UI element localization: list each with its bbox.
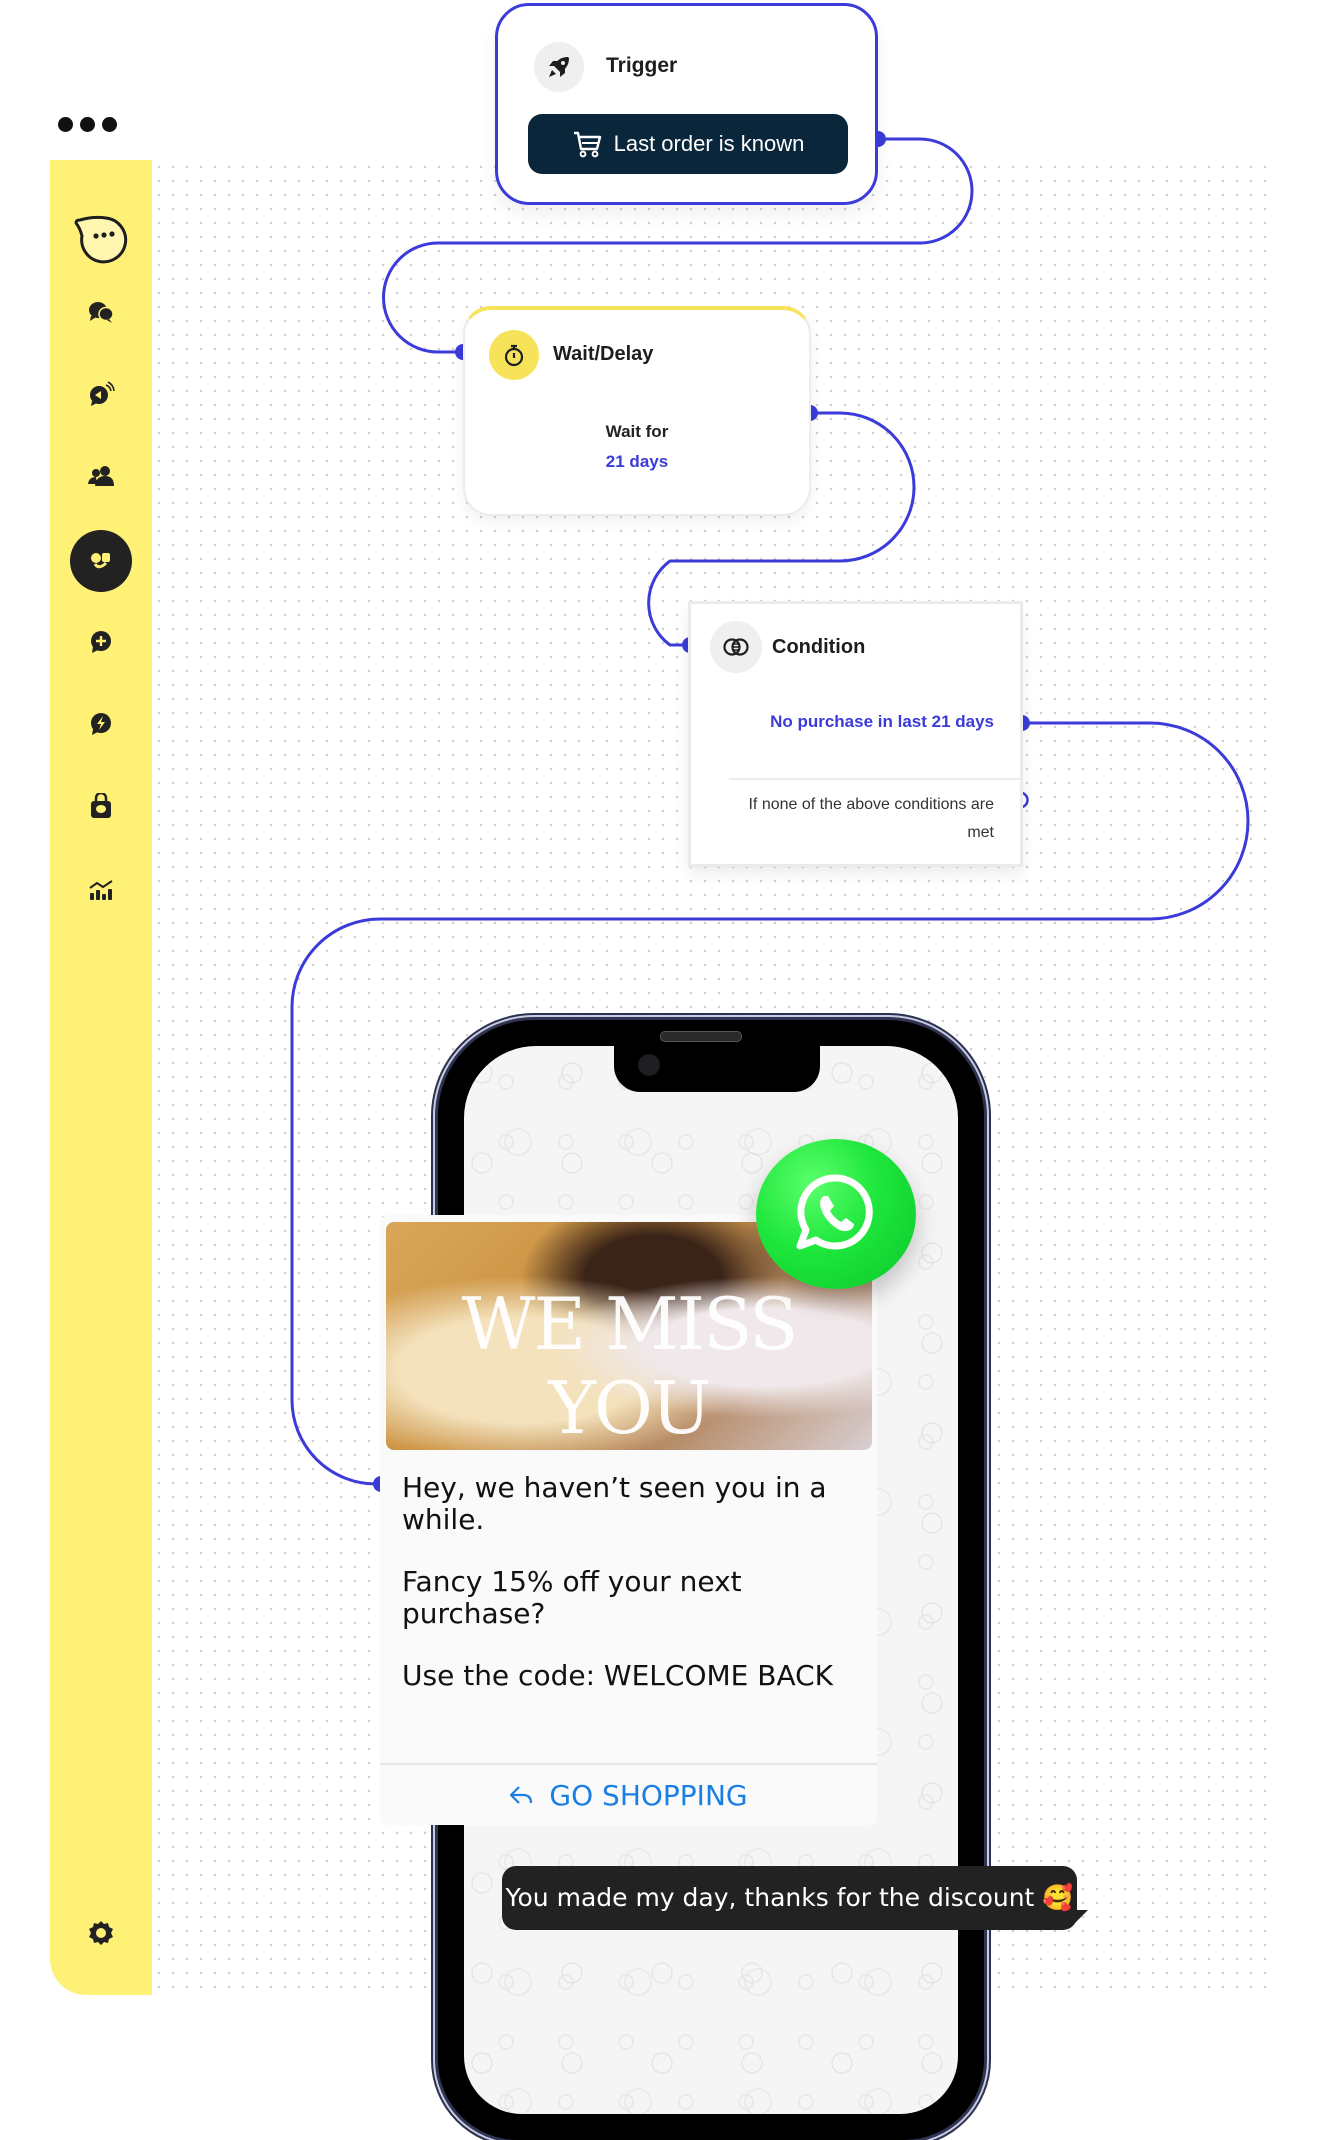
rocket-icon [534,42,584,92]
wait-value[interactable]: 21 days [465,452,809,472]
sidebar [50,160,152,1995]
reply-text: You made my day, thanks for the discount… [505,1883,1074,1912]
reply-arrow-icon [510,1786,533,1804]
sidebar-item-automation[interactable] [50,694,152,754]
conversations-icon [89,302,114,323]
condition-branch[interactable]: No purchase in last 21 days [770,712,994,732]
cart-icon [573,131,601,158]
stopwatch-icon [489,330,539,380]
reply-message: You made my day, thanks for the discount… [502,1866,1077,1930]
condition-divider [729,778,1020,780]
phone-speaker [660,1031,742,1042]
whatsapp-icon [756,1139,916,1289]
phone-notch [614,1046,820,1092]
trigger-event-button[interactable]: Last order is known [528,114,848,174]
sidebar-item-broadcast[interactable] [50,364,152,424]
hero-text: WE MISS YOU [461,1282,799,1450]
message-body: Hey, we haven’t seen you in a while. Fan… [402,1472,842,1722]
analytics-icon [89,880,113,900]
go-shopping-label: GO SHOPPING [549,1778,748,1812]
condition-else-label[interactable]: If none of the above conditions are met [734,791,994,847]
contacts-icon [88,466,114,486]
sidebar-item-contacts[interactable] [50,446,152,506]
reply-bubble-tail [1070,1910,1088,1928]
trigger-node[interactable]: Trigger Last order is known [495,3,878,205]
flows-icon [91,553,110,569]
wait-label: Wait for [605,422,669,441]
shop-icon [91,793,111,818]
wait-title: Wait/Delay [553,343,654,365]
automation-icon [91,713,111,735]
sidebar-item-flows[interactable] [50,528,152,594]
condition-title: Condition [772,636,866,658]
more-dots-icon[interactable] [58,117,117,132]
message-paragraph: Fancy 15% off your next purchase? [402,1565,742,1630]
trigger-event-label: Last order is known [613,131,805,156]
add-chat-icon [91,631,111,653]
sidebar-item-analytics[interactable] [50,860,152,920]
condition-node[interactable]: Condition No purchase in last 21 days If… [688,601,1023,867]
sidebar-item-add-chat[interactable] [50,612,152,672]
camera-icon [638,1054,660,1076]
wait-delay-node[interactable]: Wait/Delay Wait for 21 days [463,306,811,516]
message-paragraph: Hey, we haven’t seen you in a while. [402,1471,827,1536]
logo[interactable] [50,200,152,280]
message-paragraph: Use the code: WELCOME BACK [402,1659,834,1692]
sidebar-item-shop[interactable] [50,776,152,836]
trigger-title: Trigger [606,54,678,77]
sidebar-item-conversations[interactable] [50,282,152,342]
gear-icon [89,1921,113,1945]
intersect-circles-icon [710,621,762,673]
chat-bubble-logo-icon [74,215,128,264]
go-shopping-button[interactable]: GO SHOPPING [380,1765,877,1825]
sidebar-item-settings[interactable] [50,1903,152,1963]
broadcast-icon [90,381,115,406]
